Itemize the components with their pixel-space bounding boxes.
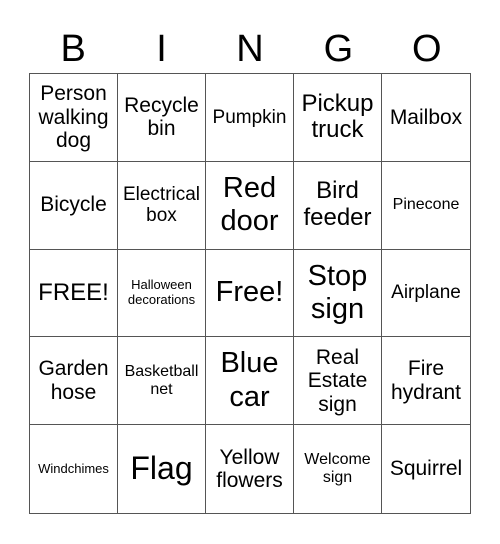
bingo-cell[interactable]: Airplane (382, 250, 470, 338)
header-letter-o: O (411, 28, 442, 70)
header-letter-i: I (156, 28, 167, 70)
bingo-cell[interactable]: Flag (118, 425, 206, 513)
header-letter-n: N (236, 28, 264, 70)
bingo-cell[interactable]: Free! (206, 249, 294, 338)
bingo-cell[interactable]: FREE! (30, 249, 118, 338)
bingo-grid: Person walking dog Recycle bin Pumpkin P… (29, 73, 471, 514)
bingo-cell[interactable]: Bicycle (30, 161, 118, 250)
bingo-cell[interactable]: Yellow flowers (206, 425, 294, 513)
bingo-cell[interactable]: Garden hose (30, 337, 118, 426)
bingo-cell[interactable]: Halloween decorations (118, 249, 206, 338)
bingo-cell[interactable]: Blue car (206, 337, 294, 426)
bingo-cell[interactable]: Recycle bin (118, 74, 206, 162)
bingo-cell[interactable]: Bird feeder (294, 161, 382, 250)
header-letter-b: B (60, 28, 86, 70)
bingo-cell[interactable]: Red door (206, 161, 294, 250)
bingo-cell[interactable]: Basketball net (118, 337, 206, 426)
header-letter-g: G (323, 28, 354, 70)
bingo-cell[interactable]: Windchimes (30, 425, 118, 513)
bingo-cell[interactable]: Mailbox (382, 74, 470, 162)
bingo-cell[interactable]: Fire hydrant (382, 337, 470, 426)
bingo-cell[interactable]: Stop sign (294, 249, 382, 338)
bingo-cell[interactable]: Real Estate sign (294, 337, 382, 426)
bingo-cell[interactable]: Person walking dog (30, 74, 118, 162)
bingo-cell[interactable]: Electrical box (118, 161, 206, 250)
bingo-cell[interactable]: Squirrel (382, 425, 470, 513)
bingo-cell[interactable]: Pinecone (382, 162, 470, 250)
bingo-cell[interactable]: Welcome sign (294, 425, 382, 513)
bingo-header: B I N G O (29, 28, 471, 70)
bingo-cell[interactable]: Pumpkin (206, 74, 294, 162)
bingo-cell[interactable]: Pickup truck (294, 74, 382, 162)
